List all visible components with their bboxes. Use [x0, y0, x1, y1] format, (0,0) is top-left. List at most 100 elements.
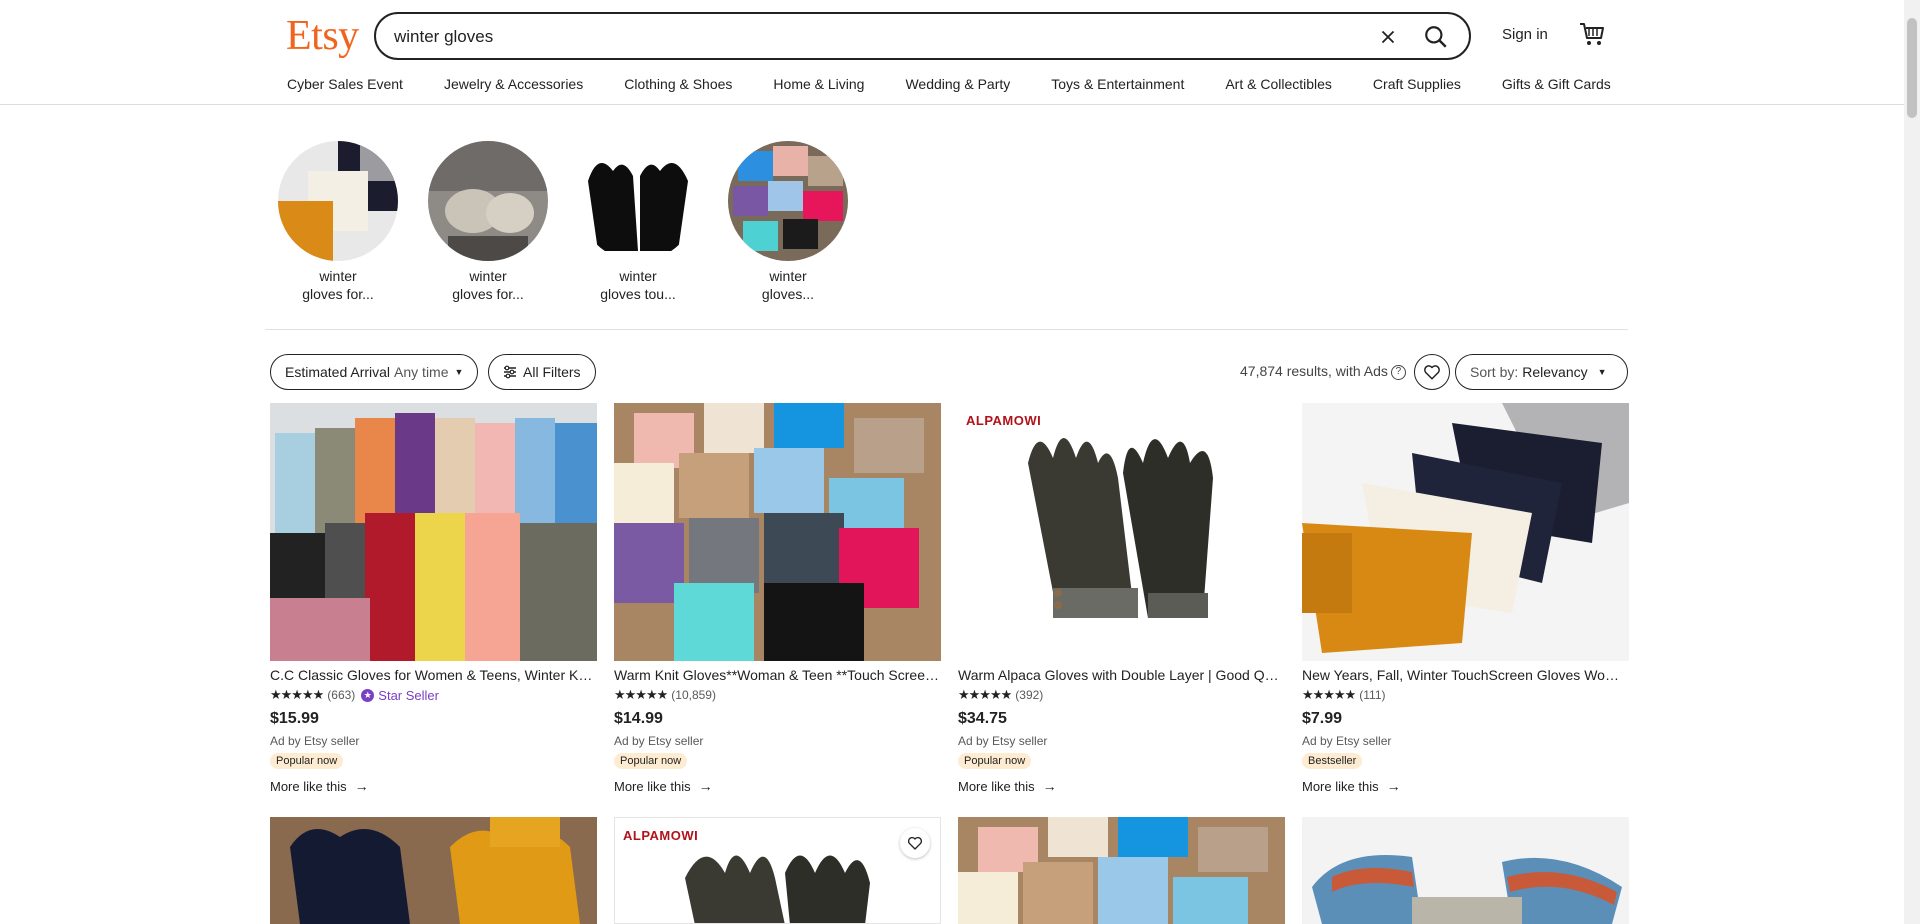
- review-count: (392): [1015, 688, 1044, 702]
- listing-rating: ★★★★★ (392): [958, 687, 1285, 703]
- listing-price: $14.99: [614, 710, 663, 727]
- nav-clothing[interactable]: Clothing & Shoes: [624, 76, 732, 92]
- listing-title[interactable]: Warm Knit Gloves**Woman & Teen **Touch S…: [614, 667, 941, 683]
- results-text: 47,874 results, with Ads: [1240, 363, 1388, 379]
- listing-price: $7.99: [1302, 710, 1343, 727]
- nav-gifts[interactable]: Gifts & Gift Cards: [1502, 76, 1611, 92]
- arrow-right-icon: →: [354, 778, 369, 794]
- more-like-this-link[interactable]: More like this →: [958, 778, 1285, 794]
- nav-cyber-sales[interactable]: Cyber Sales Event: [287, 76, 403, 92]
- help-icon[interactable]: ?: [1390, 364, 1406, 380]
- sort-dropdown[interactable]: Sort by: Relevancy ▼: [1455, 354, 1628, 390]
- review-count: (111): [1359, 688, 1386, 702]
- estimated-arrival-filter[interactable]: Estimated Arrival Any time ▼: [270, 354, 479, 390]
- star-rating: ★★★★★: [270, 687, 324, 702]
- related-search-image: [428, 141, 548, 261]
- listing-price: $15.99: [270, 710, 319, 727]
- listing-image[interactable]: [614, 403, 941, 661]
- search-icon[interactable]: [1423, 24, 1449, 50]
- listing-image[interactable]: ALPAMOWI: [614, 817, 941, 924]
- ad-label: Ad by Etsy seller: [1302, 734, 1392, 748]
- listing-card[interactable]: New Years, Fall, Winter TouchScreen Glov…: [1302, 403, 1629, 794]
- related-search-image: [278, 141, 398, 261]
- nav-jewelry[interactable]: Jewelry & Accessories: [444, 76, 583, 92]
- listing-card[interactable]: Warm Knit Gloves**Woman & Teen **Touch S…: [614, 403, 941, 794]
- section-divider: [265, 329, 1628, 330]
- sign-in-link[interactable]: Sign in: [1502, 26, 1548, 43]
- nav-toys[interactable]: Toys & Entertainment: [1051, 76, 1184, 92]
- listing-title[interactable]: Warm Alpaca Gloves with Double Layer | G…: [958, 667, 1285, 683]
- popular-badge: Popular now: [614, 753, 688, 769]
- search-bar[interactable]: [374, 12, 1471, 60]
- listing-title[interactable]: New Years, Fall, Winter TouchScreen Glov…: [1302, 667, 1629, 683]
- brand-watermark: ALPAMOWI: [623, 828, 699, 843]
- listing-image[interactable]: [270, 403, 597, 661]
- related-search-item[interactable]: winter gloves for...: [278, 141, 398, 303]
- related-searches: winter gloves for... winter gloves for... …: [278, 141, 878, 303]
- search-input[interactable]: [394, 23, 1294, 51]
- listing-title[interactable]: C.C Classic Gloves for Women & Teens, Wi…: [270, 667, 597, 683]
- related-search-label: winter gloves...: [761, 268, 815, 302]
- chevron-down-icon: ▼: [1597, 367, 1607, 377]
- site-header: Etsy Sign in Cyber Sales Event Jewelry &…: [0, 0, 1904, 105]
- results-count: 47,874 results, with Ads?: [1240, 363, 1406, 380]
- nav-craft[interactable]: Craft Supplies: [1373, 76, 1461, 92]
- heart-icon: [907, 836, 923, 850]
- favorite-button[interactable]: [900, 828, 930, 858]
- page-scrollbar[interactable]: [1904, 0, 1920, 924]
- related-search-image: [578, 141, 698, 261]
- ad-label: Ad by Etsy seller: [958, 734, 1048, 748]
- listing-card[interactable]: C.C Classic Gloves for Women & Teens, Wi…: [270, 403, 597, 794]
- listing-image[interactable]: [1302, 817, 1629, 924]
- related-search-item[interactable]: winter gloves for...: [428, 141, 548, 303]
- nav-home-living[interactable]: Home & Living: [773, 76, 864, 92]
- popular-badge: Popular now: [270, 753, 344, 769]
- related-search-image: [728, 141, 848, 261]
- listing-rating: ★★★★★ (10,859): [614, 687, 941, 703]
- listing-image[interactable]: [1302, 403, 1629, 661]
- listing-card[interactable]: [270, 817, 597, 924]
- ad-label: Ad by Etsy seller: [614, 734, 704, 748]
- listing-image[interactable]: ALPAMOWI: [958, 403, 1285, 661]
- star-seller-icon: ★: [361, 688, 375, 702]
- listing-card[interactable]: ALPAMOWI Warm Alpaca Gloves with Double …: [958, 403, 1285, 794]
- popular-badge: Popular now: [958, 753, 1032, 769]
- chevron-down-icon: ▼: [454, 367, 464, 377]
- etsy-logo[interactable]: Etsy: [286, 12, 359, 60]
- star-seller-badge: ★ Star Seller: [361, 688, 439, 703]
- listing-card[interactable]: [1302, 817, 1629, 924]
- star-rating: ★★★★★: [958, 687, 1012, 702]
- heart-icon: [1424, 365, 1440, 380]
- listing-image[interactable]: [270, 817, 597, 924]
- related-search-label: winter gloves for...: [302, 268, 374, 302]
- review-count: (10,859): [671, 688, 716, 702]
- filter-value: Any time: [394, 364, 449, 380]
- arrow-right-icon: →: [698, 778, 713, 794]
- listing-image[interactable]: [958, 817, 1285, 924]
- listing-card[interactable]: [958, 817, 1285, 924]
- sort-label: Sort by:: [1470, 364, 1519, 380]
- all-filters-button[interactable]: All Filters: [488, 354, 596, 390]
- bestseller-badge: Bestseller: [1302, 753, 1363, 769]
- more-like-this-link[interactable]: More like this →: [614, 778, 941, 794]
- listing-card[interactable]: ALPAMOWI: [614, 817, 941, 924]
- more-like-this-link[interactable]: More like this →: [1302, 778, 1629, 794]
- sort-value: Relevancy: [1522, 364, 1588, 380]
- related-search-item[interactable]: winter gloves...: [728, 141, 848, 303]
- related-search-label: winter gloves for...: [452, 268, 524, 302]
- save-search-button[interactable]: [1414, 354, 1450, 390]
- star-rating: ★★★★★: [614, 687, 668, 702]
- sliders-icon: [504, 365, 516, 379]
- clear-search-icon[interactable]: [1377, 26, 1399, 48]
- nav-wedding[interactable]: Wedding & Party: [905, 76, 1010, 92]
- nav-art[interactable]: Art & Collectibles: [1225, 76, 1332, 92]
- brand-watermark: ALPAMOWI: [966, 413, 1042, 428]
- cart-icon[interactable]: [1578, 20, 1606, 48]
- listing-rating: ★★★★★ (663) ★ Star Seller: [270, 687, 597, 703]
- star-rating: ★★★★★: [1302, 687, 1356, 702]
- listing-price: $34.75: [958, 710, 1007, 727]
- related-search-item[interactable]: winter gloves tou...: [578, 141, 698, 303]
- scrollbar-thumb[interactable]: [1907, 18, 1917, 118]
- arrow-right-icon: →: [1386, 778, 1401, 794]
- more-like-this-link[interactable]: More like this →: [270, 778, 597, 794]
